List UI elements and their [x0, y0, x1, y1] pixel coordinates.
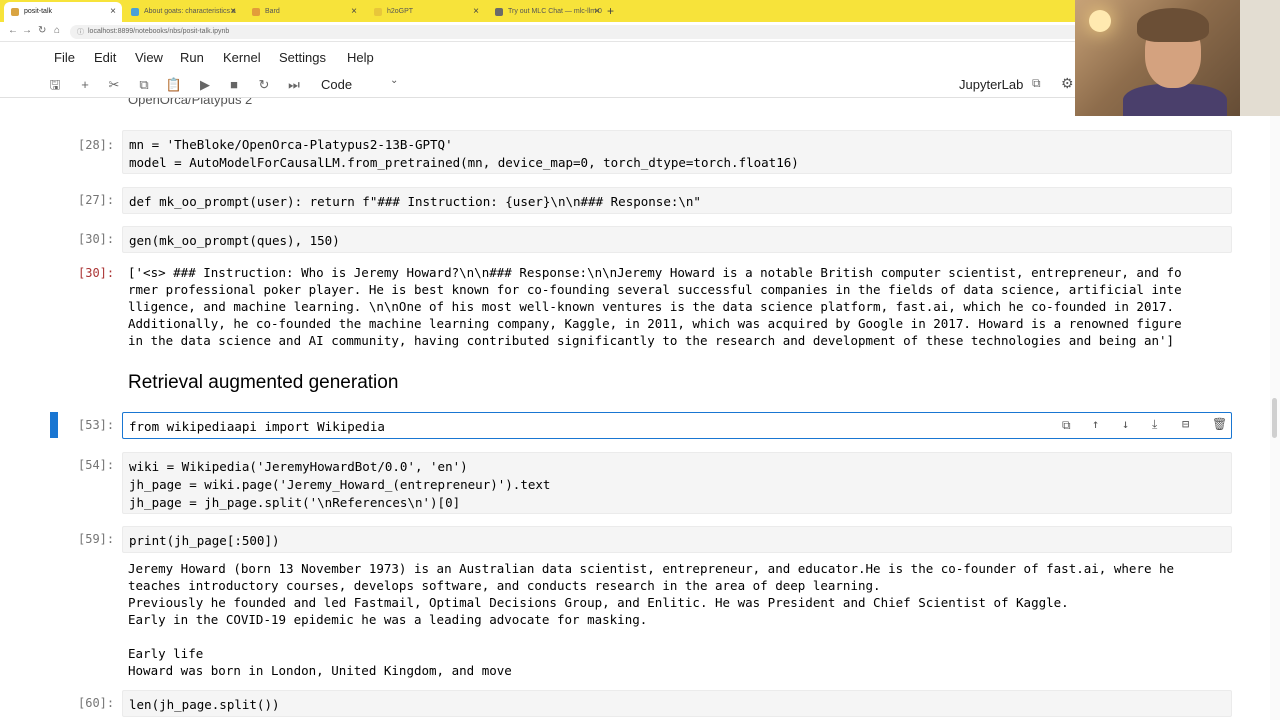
cell-type-select[interactable]: Code	[321, 77, 352, 92]
tab-label: posit-talk	[24, 8, 53, 15]
page-favicon-icon	[131, 8, 139, 16]
code-cell-28[interactable]: [28]: mn = 'TheBloke/OpenOrca-Platypus2-…	[40, 130, 1256, 176]
code-cell-53[interactable]: [53]: from wikipediaapi import Wikipedia…	[40, 412, 1256, 440]
output-text: ['<s> ### Instruction: Who is Jeremy How…	[128, 264, 1228, 349]
forward-arrow-icon[interactable]: →	[22, 25, 32, 36]
duplicate-cell-icon[interactable]: ⧉	[1062, 418, 1071, 433]
lamp-light	[1089, 10, 1111, 32]
webcam-overlay	[1075, 0, 1280, 116]
output-cell-30: [30]: ['<s> ### Instruction: Who is Jere…	[40, 264, 1256, 354]
external-link-icon[interactable]: ⧉	[1032, 76, 1041, 91]
output-line: lligence, and machine learning. \n\nOne …	[128, 299, 1175, 314]
section-heading: Retrieval augmented generation	[128, 372, 399, 393]
code-cell-60[interactable]: [60]: len(jh_page.split())	[40, 690, 1256, 718]
move-up-icon[interactable]: ↑	[1092, 417, 1099, 431]
browser-tab-h2ogpt[interactable]: h2oGPT ×	[367, 2, 485, 22]
output-text: Jeremy Howard (born 13 November 1973) is…	[128, 560, 1228, 679]
github-favicon-icon	[495, 8, 503, 16]
code-cell-30[interactable]: [30]: gen(mk_oo_prompt(ques), 150)	[40, 226, 1256, 254]
output-line: teaches introductory courses, develops s…	[128, 578, 881, 593]
browser-tab-mlc[interactable]: Try out MLC Chat — mlc-llm 0 ×	[488, 2, 606, 22]
new-tab-plus-icon[interactable]: +	[607, 4, 614, 18]
output-line: Early in the COVID-19 epidemic he was a …	[128, 612, 648, 627]
paste-icon[interactable]: 📋	[165, 76, 183, 94]
back-arrow-icon[interactable]: ←	[8, 25, 18, 36]
code-line: model = AutoModelForCausalLM.from_pretra…	[129, 155, 799, 170]
menu-view[interactable]: View	[135, 50, 163, 65]
restart-icon[interactable]: ↻	[255, 76, 273, 94]
code-line: jh_page = wiki.page('Jeremy_Howard_(entr…	[129, 477, 551, 492]
browser-tab-bard[interactable]: Bard ×	[245, 2, 363, 22]
move-down-icon[interactable]: ↓	[1122, 417, 1129, 431]
delete-cell-icon[interactable]: 🗑	[1212, 417, 1227, 431]
insert-below-icon[interactable]: ⤓	[1152, 417, 1157, 432]
run-icon[interactable]: ▶	[196, 76, 214, 94]
tab-label: About goats: characteristics a	[144, 8, 236, 15]
vertical-scrollbar[interactable]	[1270, 98, 1280, 720]
notebook-panel: OpenOrca/Platypus 2 [28]: mn = 'TheBloke…	[40, 98, 1256, 720]
cut-icon[interactable]: ✂	[105, 76, 123, 94]
output-cell-59: Jeremy Howard (born 13 November 1973) is…	[40, 560, 1256, 684]
bard-favicon-icon	[252, 8, 260, 16]
save-icon[interactable]: 🖫	[46, 76, 64, 94]
code-cell-59[interactable]: [59]: print(jh_page[:500])	[40, 526, 1256, 554]
add-cell-icon[interactable]: +	[76, 76, 94, 94]
browser-tab-goats[interactable]: About goats: characteristics a ×	[124, 2, 242, 22]
truncated-heading: OpenOrca/Platypus 2	[128, 98, 253, 107]
menu-run[interactable]: Run	[180, 50, 204, 65]
url-field[interactable]: ⓘ localhost:8899/notebooks/nbs/posit-tal…	[70, 25, 1080, 39]
fast-forward-icon[interactable]: ⏭	[285, 76, 303, 94]
close-icon[interactable]: ×	[351, 6, 357, 17]
menu-settings[interactable]: Settings	[279, 50, 326, 65]
info-icon: ⓘ	[77, 29, 84, 36]
background-shelf	[1240, 0, 1280, 116]
menu-file[interactable]: File	[54, 50, 75, 65]
code-cell-27[interactable]: [27]: def mk_oo_prompt(user): return f"#…	[40, 187, 1256, 215]
close-icon[interactable]: ×	[594, 6, 600, 17]
output-line: Jeremy Howard (born 13 November 1973) is…	[128, 561, 1175, 576]
menu-kernel[interactable]: Kernel	[223, 50, 261, 65]
output-line: Previously he founded and led Fastmail, …	[128, 595, 1069, 610]
cell-editor[interactable]: len(jh_page.split())	[122, 690, 1232, 717]
scroll-thumb[interactable]	[1272, 398, 1277, 438]
presenter-hair	[1137, 8, 1209, 42]
cell-editor[interactable]: mn = 'TheBloke/OpenOrca-Platypus2-13B-GP…	[122, 130, 1232, 174]
tab-label: Bard	[265, 8, 280, 15]
close-icon[interactable]: ×	[230, 6, 236, 17]
output-line: Howard was born in London, United Kingdo…	[128, 663, 512, 678]
close-icon[interactable]: ×	[473, 6, 479, 17]
tab-label: Try out MLC Chat — mlc-llm 0	[508, 8, 602, 15]
browser-tab-posit-talk[interactable]: posit-talk ×	[4, 2, 122, 22]
cell-editor[interactable]: wiki = Wikipedia('JeremyHowardBot/0.0', …	[122, 452, 1232, 514]
output-line: rmer professional poker player. He is be…	[128, 282, 1182, 297]
output-line: ['<s> ### Instruction: Who is Jeremy How…	[128, 265, 1182, 280]
output-line: Early life	[128, 646, 204, 661]
cell-editor[interactable]: print(jh_page[:500])	[122, 526, 1232, 553]
h2o-favicon-icon	[374, 8, 382, 16]
code-cell-54[interactable]: [54]: wiki = Wikipedia('JeremyHowardBot/…	[40, 452, 1256, 516]
code-line: jh_page = jh_page.split('\nReferences\n'…	[129, 495, 461, 510]
cell-editor[interactable]: gen(mk_oo_prompt(ques), 150)	[122, 226, 1232, 253]
split-cell-icon[interactable]: ⊟	[1182, 417, 1189, 431]
url-text: localhost:8899/notebooks/nbs/posit-talk.…	[88, 28, 230, 35]
code-line: wiki = Wikipedia('JeremyHowardBot/0.0', …	[129, 459, 468, 474]
presenter-shirt	[1123, 84, 1227, 116]
code-line: mn = 'TheBloke/OpenOrca-Platypus2-13B-GP…	[129, 137, 453, 152]
stop-icon[interactable]: ■	[225, 76, 243, 94]
menu-edit[interactable]: Edit	[94, 50, 116, 65]
home-icon[interactable]: ⌂	[54, 25, 60, 36]
output-line: in the data science and AI community, ha…	[128, 333, 1175, 348]
gear-icon[interactable]: ⚙	[1061, 75, 1074, 92]
chevron-down-icon[interactable]: ⌄	[390, 75, 398, 86]
jupyterlab-link[interactable]: JupyterLab	[959, 77, 1023, 92]
copy-icon[interactable]: ⧉	[135, 76, 153, 94]
cell-editor[interactable]: def mk_oo_prompt(user): return f"### Ins…	[122, 187, 1232, 214]
output-line: Additionally, he co-founded the machine …	[128, 316, 1182, 331]
jupyter-favicon-icon	[11, 8, 19, 16]
tab-label: h2oGPT	[387, 8, 414, 15]
close-icon[interactable]: ×	[110, 6, 116, 17]
menu-help[interactable]: Help	[347, 50, 374, 65]
reload-icon[interactable]: ↻	[38, 25, 46, 36]
